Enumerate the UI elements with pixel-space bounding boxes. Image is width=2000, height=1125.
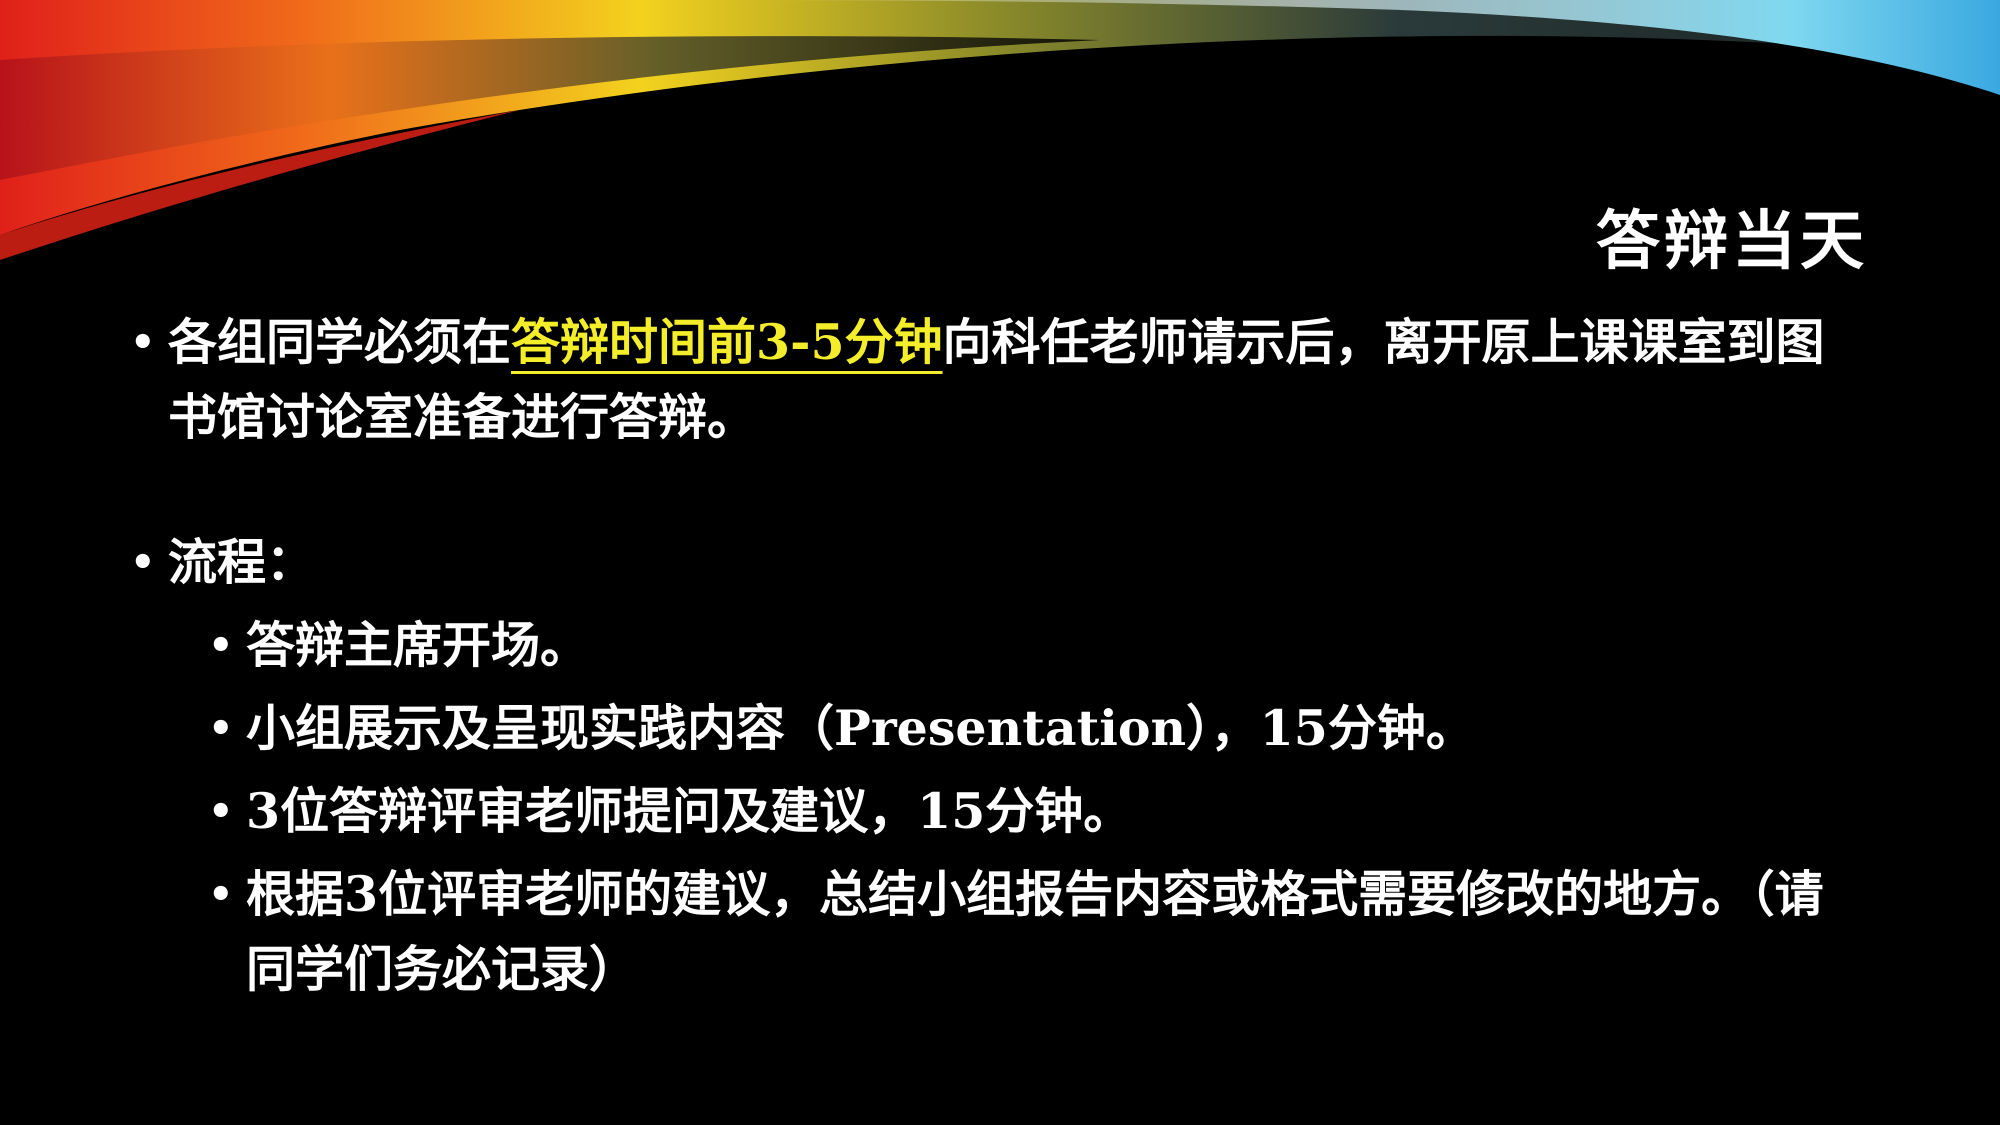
sub-item-text: 小组展示及呈现实践内容（Presentation），15分钟。	[246, 699, 1475, 757]
sub-item-questions: • 3位答辩评审老师提问及建议，15分钟。	[130, 774, 1870, 849]
sub-item-opening: • 答辩主席开场。	[130, 608, 1870, 683]
sub-item-presentation: • 小组展示及呈现实践内容（Presentation），15分钟。	[130, 691, 1870, 766]
bullet-dot: •	[208, 871, 234, 918]
bullet-dot: •	[208, 788, 234, 835]
bullet-dot: •	[208, 622, 234, 669]
sub-item-text: 答辩主席开场。	[246, 616, 590, 674]
slide-body: • 各组同学必须在答辩时间前3-5分钟向科任老师请示后，离开原上课课室到图书馆讨…	[130, 305, 1870, 1007]
sub-item-text: 3位答辩评审老师提问及建议，15分钟。	[246, 782, 1133, 840]
sub-item-text: 根据3位评审老师的建议，总结小组报告内容或格式需要修改的地方。（请同学们务必记录…	[246, 865, 1824, 998]
sub-item-summary: • 根据3位评审老师的建议，总结小组报告内容或格式需要修改的地方。（请同学们务必…	[130, 857, 1870, 1007]
bullet-item-prep: • 各组同学必须在答辩时间前3-5分钟向科任老师请示后，离开原上课课室到图书馆讨…	[130, 305, 1870, 455]
process-label: 流程：	[168, 533, 316, 591]
slide-title: 答辩当天	[1596, 204, 1868, 279]
bullet-dot: •	[130, 539, 156, 586]
bullet-item-process: • 流程：	[130, 525, 1870, 600]
prep-highlight: 答辩时间前3-5分钟	[511, 313, 943, 371]
bullet-dot: •	[130, 319, 156, 366]
prep-text-before: 各组同学必须在	[168, 313, 512, 371]
bullet-dot: •	[208, 705, 234, 752]
